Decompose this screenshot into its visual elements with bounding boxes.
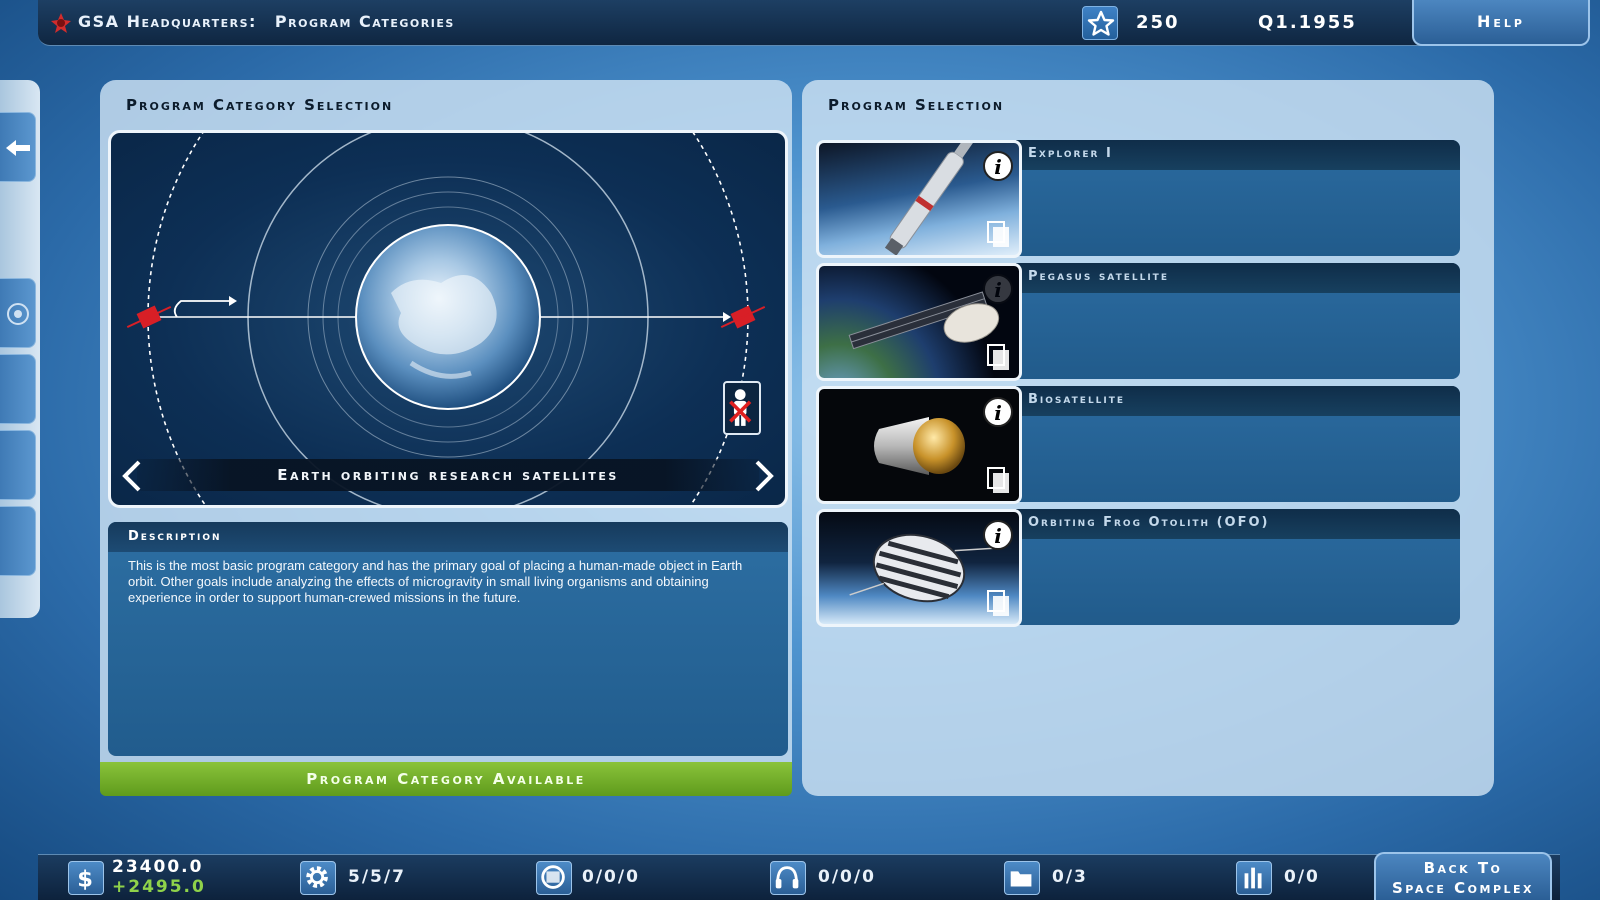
target-icon: [7, 303, 29, 325]
category-panel: Program Category Selection Earth orbitin…: [100, 80, 792, 796]
back-tab[interactable]: [0, 112, 36, 182]
program-thumbnail: i: [816, 140, 1022, 258]
program-item-orbiting-frog-otolith[interactable]: Orbiting Frog Otolith (OFO) i: [816, 509, 1460, 627]
target-tab[interactable]: [0, 278, 36, 348]
program-item-pegasus-satellite[interactable]: Pegasus satellite i: [816, 263, 1460, 381]
programs-count: 0/3: [1052, 867, 1088, 887]
astronauts-count: 0/0/0: [818, 867, 876, 887]
launches-count: 0/0: [1284, 867, 1320, 887]
back-label-line-1: Back To: [1423, 859, 1503, 877]
info-icon[interactable]: i: [983, 520, 1013, 550]
program-name: Orbiting Frog Otolith (OFO): [1016, 509, 1460, 539]
headset-icon: [770, 861, 806, 895]
copy-icon[interactable]: [987, 221, 1011, 249]
description-header: Description: [108, 522, 788, 552]
info-icon[interactable]: i: [983, 151, 1013, 181]
gear-icon: [300, 861, 336, 895]
svg-text:$: $: [77, 866, 93, 892]
orbit-illustration: [126, 133, 766, 505]
rocket-icon: [1236, 861, 1272, 895]
program-panel-title: Program Selection: [828, 96, 1005, 114]
help-button[interactable]: Help: [1412, 0, 1590, 46]
star-icon: [1087, 10, 1115, 36]
orbit-diagram: Earth orbiting research satellites: [108, 130, 788, 508]
next-category-button[interactable]: [749, 459, 779, 493]
facilities-count: 0/0/0: [582, 867, 640, 887]
star-points-value: 250: [1136, 12, 1180, 33]
category-panel-title: Program Category Selection: [126, 96, 394, 114]
program-thumbnail: i: [816, 263, 1022, 381]
program-name: Biosatellite: [1016, 386, 1460, 416]
bottom-bar: $ 23400.0 +2495.0 5/5/7 0/0/0 0/0/0 0/3: [38, 854, 1560, 900]
gsa-logo-icon: [51, 13, 71, 33]
money-value: 23400.0: [112, 857, 204, 877]
description-text: This is the most basic program category …: [128, 558, 743, 605]
program-card: Orbiting Frog Otolith (OFO): [1016, 509, 1460, 625]
program-name: Pegasus satellite: [1016, 263, 1460, 293]
quarter-date: Q1.1955: [1258, 12, 1357, 33]
program-thumbnail: i: [816, 386, 1022, 504]
program-item-explorer-i[interactable]: Explorer I i: [816, 140, 1460, 258]
info-icon[interactable]: i: [983, 274, 1013, 304]
back-to-space-complex-button[interactable]: Back To Space Complex: [1374, 852, 1552, 900]
screen-label: Program Categories: [274, 12, 455, 31]
back-label-line-2: Space Complex: [1391, 879, 1535, 897]
star-points-box: [1082, 6, 1118, 40]
sidebar-tab-3[interactable]: [0, 354, 36, 424]
copy-icon[interactable]: [987, 590, 1011, 618]
folder-icon: [1004, 861, 1040, 895]
sidebar-tab-4[interactable]: [0, 430, 36, 500]
org-label: GSA Headquarters:: [78, 12, 257, 31]
sidebar-tab-5[interactable]: [0, 506, 36, 576]
description-box: Description This is the most basic progr…: [108, 522, 788, 756]
facility-icon: [536, 861, 572, 895]
program-card: Explorer I: [1016, 140, 1460, 256]
previous-category-button[interactable]: [117, 459, 147, 493]
dollar-icon: $: [68, 861, 104, 895]
top-bar: GSA Headquarters: Program Categories 250 …: [38, 0, 1590, 46]
category-status-bar[interactable]: Program Category Available: [100, 762, 792, 796]
engineers-count: 5/5/7: [348, 867, 406, 887]
category-name: Earth orbiting research satellites: [137, 459, 759, 491]
no-crew-icon: [723, 381, 761, 435]
program-card: Pegasus satellite: [1016, 263, 1460, 379]
program-card: Biosatellite: [1016, 386, 1460, 502]
program-item-biosatellite[interactable]: Biosatellite i: [816, 386, 1460, 504]
info-icon[interactable]: i: [983, 397, 1013, 427]
copy-icon[interactable]: [987, 344, 1011, 372]
page-title: GSA Headquarters: Program Categories: [78, 12, 455, 31]
program-name: Explorer I: [1016, 140, 1460, 170]
copy-icon[interactable]: [987, 467, 1011, 495]
money-delta: +2495.0: [112, 877, 206, 897]
back-arrow-icon: [6, 140, 30, 156]
program-thumbnail: i: [816, 509, 1022, 627]
program-panel: Program Selection Explorer I i Pegasus s…: [802, 80, 1494, 796]
category-navigator: Earth orbiting research satellites: [111, 459, 785, 495]
left-sidebar: [0, 80, 40, 618]
